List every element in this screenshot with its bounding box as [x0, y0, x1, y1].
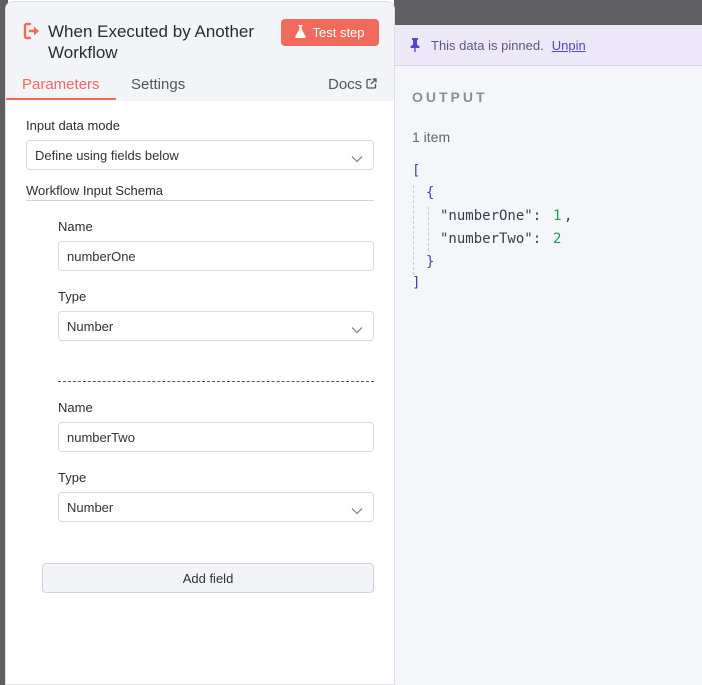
- json-key-number-two: "numberTwo":: [440, 231, 542, 247]
- input-data-mode-label: Input data mode: [26, 118, 120, 133]
- chevron-down-icon: [351, 322, 363, 334]
- tab-parameters[interactable]: Parameters: [22, 76, 100, 93]
- json-key-number-one: "numberOne":: [440, 208, 542, 224]
- external-link-icon: [366, 76, 377, 93]
- output-title: OUTPUT: [412, 89, 488, 105]
- field-2-type-label: Type: [58, 470, 87, 485]
- docs-label: Docs: [328, 76, 363, 93]
- node-title: When Executed by Another Workflow: [48, 22, 255, 62]
- json-close-array: ]: [412, 275, 421, 291]
- json-value-number-one: 1: [553, 208, 562, 224]
- field-1-type-select[interactable]: Number: [58, 311, 374, 341]
- schema-divider: [26, 200, 374, 201]
- pinned-data-banner: This data is pinned. Unpin: [395, 25, 702, 66]
- canvas-background-top: [394, 0, 702, 25]
- field-1-name-input[interactable]: numberOne: [58, 241, 374, 271]
- pinned-text: This data is pinned.: [431, 37, 544, 53]
- test-step-label: Test step: [312, 25, 365, 40]
- tab-settings[interactable]: Settings: [131, 76, 185, 93]
- chevron-down-icon: [351, 151, 363, 163]
- chevron-down-icon: [351, 503, 363, 515]
- add-field-button[interactable]: Add field: [42, 563, 374, 593]
- field-separator: [58, 381, 374, 382]
- field-2-type-value: Number: [67, 499, 114, 515]
- field-2-name-label: Name: [58, 400, 93, 415]
- json-close-object: }: [426, 254, 435, 270]
- sign-out-arrow-icon: [23, 22, 41, 40]
- node-settings-panel: When Executed by Another Workflow Test s…: [5, 1, 395, 685]
- tab-docs[interactable]: Docs: [328, 76, 377, 93]
- field-2-type-select[interactable]: Number: [58, 492, 374, 522]
- active-tab-indicator: [6, 98, 116, 100]
- test-step-button[interactable]: Test step: [281, 19, 379, 46]
- json-guide-inner: [428, 207, 429, 251]
- json-guide-outer: [413, 185, 414, 275]
- pin-icon: [409, 38, 421, 52]
- field-1-name-label: Name: [58, 219, 93, 234]
- json-open-object: {: [426, 185, 435, 201]
- item-count: 1 item: [412, 129, 451, 145]
- field-1-type-value: Number: [67, 318, 114, 334]
- field-1-type-label: Type: [58, 289, 87, 304]
- json-value-number-two: 2: [553, 231, 562, 247]
- schema-title: Workflow Input Schema: [26, 183, 164, 198]
- json-comma: ,: [564, 208, 573, 224]
- node-header: When Executed by Another Workflow Test s…: [6, 2, 394, 101]
- flask-icon: [295, 24, 307, 41]
- output-panel: This data is pinned. Unpin OUTPUT 1 item…: [394, 25, 702, 685]
- input-data-mode-value: Define using fields below: [35, 147, 179, 163]
- field-2-name-input[interactable]: numberTwo: [58, 422, 374, 452]
- json-open-array: [: [412, 163, 421, 179]
- input-data-mode-select[interactable]: Define using fields below: [26, 140, 374, 170]
- unpin-link[interactable]: Unpin: [552, 38, 586, 53]
